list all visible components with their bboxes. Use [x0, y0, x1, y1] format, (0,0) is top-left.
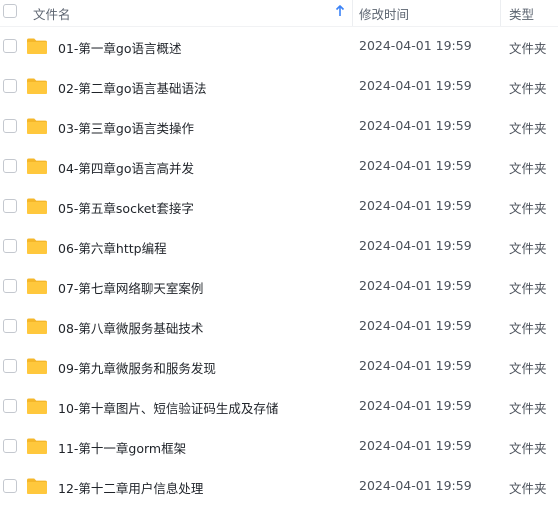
list-item[interactable]: 06-第六章http编程 2024-04-01 19:59 文件夹	[0, 227, 558, 267]
modified-time: 2024-04-01 19:59	[359, 198, 472, 213]
file-name[interactable]: 10-第十章图片、短信验证码生成及存储	[58, 398, 278, 417]
file-type: 文件夹	[509, 441, 547, 456]
modified-time: 2024-04-01 19:59	[359, 278, 472, 293]
modified-time: 2024-04-01 19:59	[359, 238, 472, 253]
folder-icon	[27, 318, 47, 334]
column-header-type[interactable]: 类型	[509, 4, 534, 23]
row-checkbox[interactable]	[3, 319, 17, 333]
row-checkbox[interactable]	[3, 199, 17, 213]
row-checkbox[interactable]	[3, 159, 17, 173]
list-item[interactable]: 01-第一章go语言概述 2024-04-01 19:59 文件夹	[0, 27, 558, 67]
list-item[interactable]: 10-第十章图片、短信验证码生成及存储 2024-04-01 19:59 文件夹	[0, 387, 558, 427]
list-item[interactable]: 12-第十二章用户信息处理 2024-04-01 19:59 文件夹	[0, 467, 558, 507]
file-list: 文件名 修改时间 类型 01-第一章go语言概述 2024-04-01 19:5…	[0, 0, 558, 514]
folder-icon	[27, 278, 47, 294]
arrow-up-icon[interactable]	[335, 3, 345, 19]
file-rows: 01-第一章go语言概述 2024-04-01 19:59 文件夹 02-第二章…	[0, 27, 558, 507]
column-header-name[interactable]: 文件名	[33, 4, 71, 23]
modified-time: 2024-04-01 19:59	[359, 478, 472, 493]
list-item[interactable]: 05-第五章socket套接字 2024-04-01 19:59 文件夹	[0, 187, 558, 227]
row-checkbox[interactable]	[3, 359, 17, 373]
folder-icon	[27, 38, 47, 54]
file-name[interactable]: 03-第三章go语言类操作	[58, 118, 194, 137]
modified-time: 2024-04-01 19:59	[359, 318, 472, 333]
modified-time: 2024-04-01 19:59	[359, 78, 472, 93]
file-name[interactable]: 12-第十二章用户信息处理	[58, 478, 203, 497]
file-name[interactable]: 11-第十一章gorm框架	[58, 438, 186, 457]
file-type: 文件夹	[509, 81, 547, 96]
file-name[interactable]: 09-第九章微服务和服务发现	[58, 358, 216, 377]
file-name[interactable]: 02-第二章go语言基础语法	[58, 78, 207, 97]
row-checkbox[interactable]	[3, 119, 17, 133]
folder-icon	[27, 238, 47, 254]
file-name[interactable]: 01-第一章go语言概述	[58, 38, 182, 57]
file-type: 文件夹	[509, 321, 547, 336]
folder-icon	[27, 358, 47, 374]
folder-icon	[27, 158, 47, 174]
file-name[interactable]: 06-第六章http编程	[58, 238, 167, 257]
row-checkbox[interactable]	[3, 439, 17, 453]
folder-icon	[27, 438, 47, 454]
row-checkbox[interactable]	[3, 239, 17, 253]
list-item[interactable]: 04-第四章go语言高并发 2024-04-01 19:59 文件夹	[0, 147, 558, 187]
file-type: 文件夹	[509, 241, 547, 256]
column-divider[interactable]	[500, 0, 501, 26]
row-checkbox[interactable]	[3, 399, 17, 413]
modified-time: 2024-04-01 19:59	[359, 38, 472, 53]
modified-time: 2024-04-01 19:59	[359, 118, 472, 133]
file-type: 文件夹	[509, 41, 547, 56]
folder-icon	[27, 198, 47, 214]
select-all-checkbox[interactable]	[3, 4, 17, 18]
file-type: 文件夹	[509, 361, 547, 376]
row-checkbox[interactable]	[3, 79, 17, 93]
list-item[interactable]: 07-第七章网络聊天室案例 2024-04-01 19:59 文件夹	[0, 267, 558, 307]
file-type: 文件夹	[509, 121, 547, 136]
folder-icon	[27, 78, 47, 94]
modified-time: 2024-04-01 19:59	[359, 158, 472, 173]
folder-icon	[27, 478, 47, 494]
list-header: 文件名 修改时间 类型	[0, 0, 558, 27]
column-divider[interactable]	[352, 0, 353, 26]
modified-time: 2024-04-01 19:59	[359, 358, 472, 373]
list-item[interactable]: 02-第二章go语言基础语法 2024-04-01 19:59 文件夹	[0, 67, 558, 107]
folder-icon	[27, 118, 47, 134]
file-type: 文件夹	[509, 201, 547, 216]
file-name[interactable]: 08-第八章微服务基础技术	[58, 318, 203, 337]
row-checkbox[interactable]	[3, 279, 17, 293]
file-type: 文件夹	[509, 401, 547, 416]
file-name[interactable]: 05-第五章socket套接字	[58, 198, 194, 217]
list-item[interactable]: 08-第八章微服务基础技术 2024-04-01 19:59 文件夹	[0, 307, 558, 347]
file-name[interactable]: 04-第四章go语言高并发	[58, 158, 194, 177]
modified-time: 2024-04-01 19:59	[359, 398, 472, 413]
file-type: 文件夹	[509, 161, 547, 176]
row-checkbox[interactable]	[3, 479, 17, 493]
file-type: 文件夹	[509, 281, 547, 296]
list-item[interactable]: 09-第九章微服务和服务发现 2024-04-01 19:59 文件夹	[0, 347, 558, 387]
row-checkbox[interactable]	[3, 39, 17, 53]
file-type: 文件夹	[509, 481, 547, 496]
file-name[interactable]: 07-第七章网络聊天室案例	[58, 278, 203, 297]
list-item[interactable]: 03-第三章go语言类操作 2024-04-01 19:59 文件夹	[0, 107, 558, 147]
folder-icon	[27, 398, 47, 414]
modified-time: 2024-04-01 19:59	[359, 438, 472, 453]
list-item[interactable]: 11-第十一章gorm框架 2024-04-01 19:59 文件夹	[0, 427, 558, 467]
column-header-modified[interactable]: 修改时间	[359, 4, 409, 23]
